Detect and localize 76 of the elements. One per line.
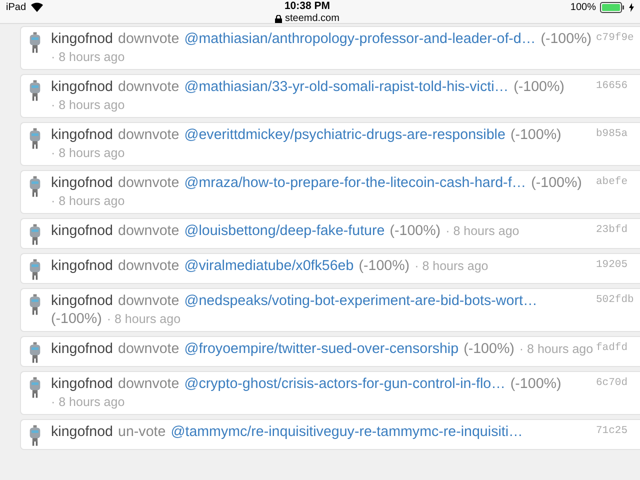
username-link[interactable]: kingofnod: [51, 375, 114, 393]
action-label: downvote: [118, 30, 180, 48]
device-name: iPad: [6, 2, 26, 12]
vote-weight: (-100%): [514, 78, 564, 96]
post-link[interactable]: @louisbettong/deep-fake-future: [184, 222, 385, 240]
lock-icon: [274, 15, 282, 23]
charging-icon: [629, 2, 634, 12]
robot-avatar-icon: [29, 425, 41, 446]
username-link[interactable]: kingofnod: [51, 292, 114, 310]
vote-weight: (-100%): [510, 126, 562, 144]
timestamp: · 8 hours ago: [51, 145, 125, 162]
post-link[interactable]: @viralmediatube/x0fk56eb: [184, 257, 354, 275]
action-label: downvote: [118, 78, 180, 96]
username-link[interactable]: kingofnod: [51, 126, 114, 144]
robot-avatar-icon: [29, 80, 41, 101]
post-link[interactable]: @nedspeaks/voting-bot-experiment-are-bid-bots-wort…: [184, 292, 538, 310]
username-link[interactable]: kingofnod: [51, 222, 114, 240]
action-label: downvote: [118, 375, 180, 393]
robot-avatar-icon: [29, 176, 41, 197]
robot-avatar-icon: [29, 224, 41, 245]
timestamp: · 8 hours ago: [106, 311, 181, 328]
transaction-hash[interactable]: 19205: [596, 257, 640, 271]
username-link[interactable]: kingofnod: [51, 174, 114, 192]
username-link[interactable]: kingofnod: [51, 423, 114, 441]
timestamp: · 8 hours ago: [519, 341, 594, 358]
post-link[interactable]: @mathiasian/33-yr-old-somali-rapist-told-his-victi…: [184, 78, 509, 96]
username-link[interactable]: kingofnod: [51, 340, 114, 358]
robot-avatar-icon: [29, 128, 41, 149]
robot-avatar-icon: [29, 259, 41, 280]
robot-avatar-icon: [29, 294, 41, 315]
post-link[interactable]: @everittdmickey/psychiatric-drugs-are-responsible: [184, 126, 506, 144]
transaction-hash[interactable]: 71c25: [596, 423, 640, 437]
action-label: downvote: [118, 126, 180, 144]
post-link[interactable]: @froyoempire/twitter-sued-over-censorship: [184, 340, 459, 358]
transaction-hash[interactable]: 502fdb: [596, 292, 640, 306]
timestamp: · 8 hours ago: [51, 394, 125, 411]
vote-weight: (-100%): [464, 340, 514, 358]
url-text[interactable]: steemd.com: [284, 13, 340, 25]
robot-avatar-icon: [29, 342, 41, 363]
transaction-hash[interactable]: 16656: [596, 78, 640, 92]
wifi-icon: [30, 2, 44, 12]
transaction-hash[interactable]: 23bfd: [596, 222, 640, 236]
transaction-hash[interactable]: abefe: [596, 174, 640, 188]
action-label: downvote: [118, 222, 180, 240]
vote-weight: (-100%): [51, 310, 102, 328]
robot-avatar-icon: [29, 377, 41, 398]
timestamp: · 8 hours ago: [51, 193, 125, 210]
vote-weight: (-100%): [540, 30, 592, 48]
vote-weight: (-100%): [390, 222, 441, 240]
transaction-hash[interactable]: fadfd: [596, 340, 640, 354]
transaction-hash[interactable]: 6c70d: [596, 375, 640, 389]
transaction-hash[interactable]: b985a: [596, 126, 640, 140]
timestamp: · 8 hours ago: [446, 223, 520, 240]
username-link[interactable]: kingofnod: [51, 30, 114, 48]
timestamp: · 8 hours ago: [414, 258, 488, 275]
action-label: downvote: [118, 340, 180, 358]
username-link[interactable]: kingofnod: [51, 257, 114, 275]
vote-weight: (-100%): [510, 375, 562, 393]
action-label: downvote: [118, 292, 180, 310]
battery-percent: 100%: [570, 2, 596, 12]
robot-avatar-icon: [29, 32, 41, 53]
timestamp: · 8 hours ago: [51, 49, 125, 66]
action-label: downvote: [118, 174, 180, 192]
username-link[interactable]: kingofnod: [51, 78, 114, 96]
post-link[interactable]: @mathiasian/anthropology-professor-and-leader-of-d…: [184, 30, 536, 48]
action-label: downvote: [118, 257, 180, 275]
battery-icon: [600, 2, 625, 12]
action-label: un-vote: [118, 423, 166, 441]
clock: 10:38 PM: [284, 0, 330, 13]
timestamp: · 8 hours ago: [51, 97, 125, 114]
post-link[interactable]: @crypto-ghost/crisis-actors-for-gun-control-in-flo…: [184, 375, 506, 393]
post-link[interactable]: @mraza/how-to-prepare-for-the-litecoin-cash-hard-f…: [184, 174, 526, 192]
vote-weight: (-100%): [531, 174, 582, 192]
vote-weight: (-100%): [358, 257, 410, 275]
post-link[interactable]: @tammymc/re-inquisitiveguy-re-tammymc-re-inquisiti…: [170, 423, 523, 441]
transaction-hash[interactable]: c79f9e: [596, 30, 640, 44]
